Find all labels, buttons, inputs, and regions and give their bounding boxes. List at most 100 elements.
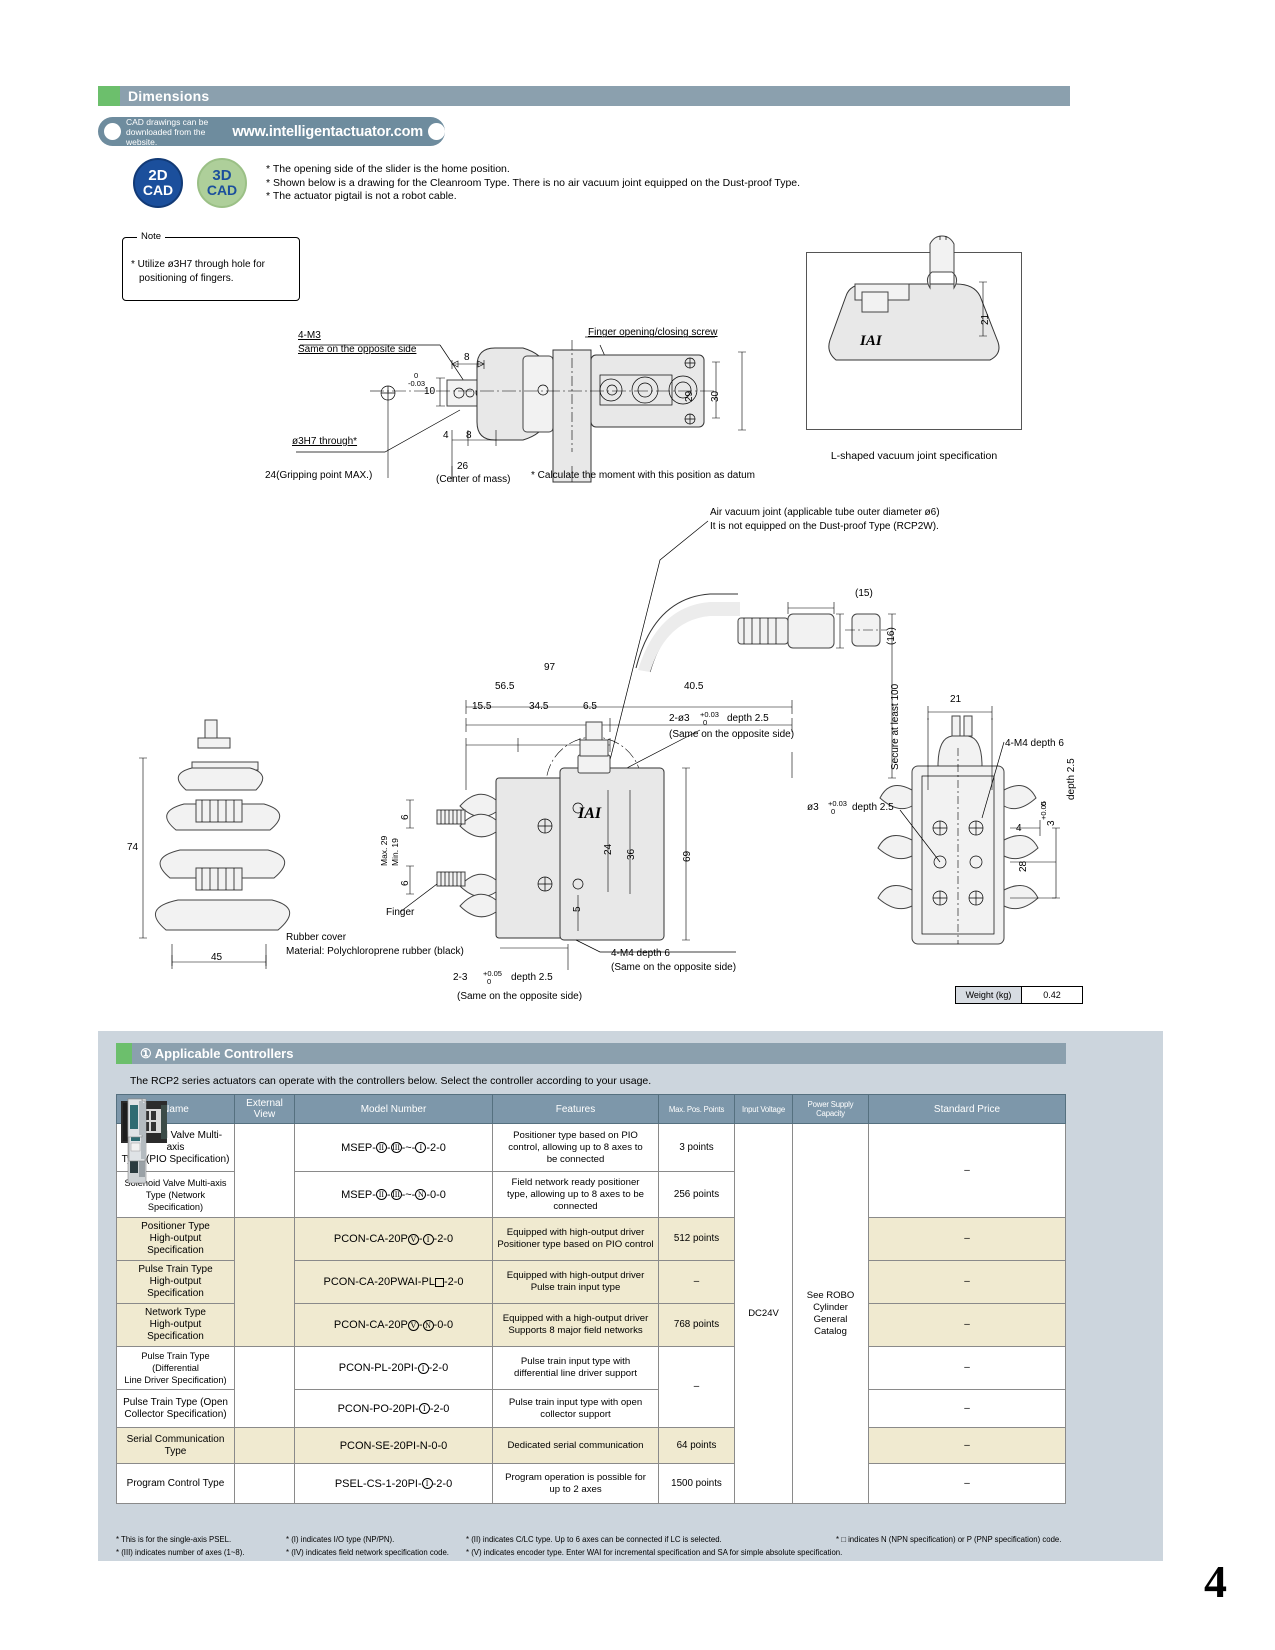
right-dim-3-tol-lower: 0 bbox=[1039, 801, 1048, 806]
cell-model-number: MSEP- II - III -~- N -0-0 bbox=[294, 1171, 493, 1218]
model-circ-I: I bbox=[418, 1403, 430, 1415]
cell-name: Pulse Train Type (Open Collector Specifi… bbox=[116, 1389, 235, 1428]
footnote-1: * This is for the single-axis PSEL. bbox=[116, 1535, 232, 1544]
model-part-4: -2-0 bbox=[433, 1233, 454, 1245]
name-line-1: Pulse Train Type (Open bbox=[123, 1396, 228, 1408]
footnote-3: * (II) indicates C/LC type. Up to 6 axes… bbox=[466, 1535, 722, 1544]
name-line-1: Positioner Type bbox=[141, 1221, 210, 1232]
model-part-6: -2-0 bbox=[426, 1141, 446, 1154]
cell-model-number: PCON-PL-20PI- I -2-0 bbox=[294, 1346, 493, 1390]
name-line-2: Type (Network Specification) bbox=[145, 1189, 206, 1212]
col-features: Features bbox=[492, 1094, 659, 1124]
svg-text:IAI: IAI bbox=[577, 805, 602, 822]
dim-6-5: 6.5 bbox=[583, 701, 597, 712]
feature-line-2: Positioner type based on PIO control bbox=[497, 1239, 654, 1250]
right-label-4m4: 4-M4 depth 6 bbox=[1005, 738, 1064, 749]
name-line-1: Serial Communication bbox=[126, 1433, 225, 1445]
cell-standard-price: – bbox=[868, 1123, 1066, 1218]
model-part-2: -2-0 bbox=[432, 1477, 453, 1490]
footnote-6: * (IV) indicates field network specifica… bbox=[286, 1548, 449, 1557]
cell-features: Dedicated serial communication bbox=[492, 1427, 659, 1464]
cell-features: Positioner type based on PIO control, al… bbox=[492, 1123, 659, 1172]
feature-line-1: Pulse train input type with open bbox=[508, 1396, 643, 1408]
dim-45: 45 bbox=[211, 952, 223, 963]
dim-40-5: 40.5 bbox=[684, 681, 704, 692]
cell-model-number: PCON-SE-20PI-N-0-0 bbox=[294, 1427, 493, 1464]
cell-model-number: PCON-CA-20P V - N -0-0 bbox=[294, 1303, 493, 1347]
model-part-0: PCON-SE-20PI-N-0-0 bbox=[339, 1439, 448, 1452]
cell-model-number: MSEP- II - III -~- I -2-0 bbox=[294, 1123, 493, 1172]
model-circ-II: II bbox=[375, 1189, 387, 1201]
feature-line-1: Program operation is possible for bbox=[505, 1471, 646, 1483]
footnote-2: * (I) indicates I/O type (NP/PN). bbox=[286, 1535, 395, 1544]
dim-5: 5 bbox=[572, 906, 583, 912]
feature-line-1: Positioner type based on PIO bbox=[513, 1129, 638, 1141]
power-line-3: General Catalog bbox=[813, 1313, 848, 1337]
cell-max-pos-points: 64 points bbox=[658, 1427, 735, 1464]
cell-standard-price: – bbox=[868, 1260, 1066, 1304]
datasheet-page: Dimensions CAD drawings can be downloade… bbox=[0, 0, 1275, 1650]
dim-16: (16) bbox=[886, 627, 897, 645]
cell-standard-price: – bbox=[868, 1389, 1066, 1428]
name-line-2: Line Driver Specification) bbox=[124, 1375, 227, 1385]
right-dim-28: 28 bbox=[1018, 860, 1029, 872]
cell-external-view bbox=[120, 1100, 295, 1218]
model-part-6: -0-0 bbox=[426, 1188, 446, 1201]
feature-line-2: differential line driver support bbox=[513, 1368, 637, 1379]
right-label-depth-25: depth 2.5 bbox=[1066, 758, 1077, 800]
label-vacuum-joint-1: Air vacuum joint (applicable tube outer … bbox=[710, 507, 940, 518]
cell-input-voltage: DC24V bbox=[734, 1123, 793, 1504]
controllers-accent-swatch bbox=[116, 1043, 132, 1064]
dim-24: 24 bbox=[603, 843, 614, 855]
footnote-row-1: * This is for the single-axis PSEL. * (I… bbox=[116, 1533, 1066, 1546]
dim-69: 69 bbox=[682, 850, 693, 862]
model-part-4: -~- bbox=[401, 1141, 416, 1154]
cell-model-number: PCON-CA-20P V - I -2-0 bbox=[294, 1217, 493, 1261]
right-dim-21: 21 bbox=[950, 694, 962, 705]
model-part-2: -2-0 bbox=[429, 1402, 450, 1415]
cell-max-pos-points: 768 points bbox=[658, 1303, 735, 1347]
label-finger: Finger bbox=[386, 907, 415, 918]
feature-line-2: collector support bbox=[540, 1408, 611, 1420]
model-circ-N: N bbox=[415, 1189, 427, 1201]
feature-line-2: control, allowing up to 8 axes to bbox=[508, 1141, 643, 1153]
cell-model-number: PCON-CA-20PWAI-PL -2-0 bbox=[294, 1260, 493, 1304]
cell-external-view bbox=[127, 1098, 295, 1464]
feature-line-1: Equipped with a high-output driver bbox=[502, 1313, 649, 1324]
label-rubber-cover: Rubber cover bbox=[286, 932, 347, 943]
col-power-supply-capacity: Power Supply Capacity bbox=[792, 1094, 869, 1124]
col-external-view: External View bbox=[234, 1094, 295, 1124]
name-line-2: High-output Specification bbox=[147, 1319, 204, 1342]
feature-line-1: Pulse train input type with bbox=[520, 1356, 631, 1367]
right-label-o3: ø3 bbox=[807, 802, 819, 813]
feature-line-2: Supports 8 major field networks bbox=[508, 1325, 643, 1336]
model-part-4: -0-0 bbox=[433, 1319, 454, 1331]
model-part-0: PCON-PO-20PI- bbox=[337, 1402, 419, 1415]
label-2-o3: 2-ø3 bbox=[669, 713, 690, 724]
col-model-number: Model Number bbox=[294, 1094, 493, 1124]
model-part-4: -~- bbox=[401, 1188, 416, 1201]
name-line-1: Network Type bbox=[145, 1307, 206, 1318]
psel-controller-thumbnail bbox=[127, 1098, 143, 1137]
cell-external-view bbox=[128, 1100, 295, 1428]
label-2-3-tol-lower: 0 bbox=[487, 977, 492, 986]
cell-standard-price: – bbox=[868, 1217, 1066, 1261]
right-label-o3-depth: depth 2.5 bbox=[852, 802, 894, 813]
cell-standard-price: – bbox=[868, 1346, 1066, 1390]
model-circ-III: III bbox=[390, 1189, 402, 1201]
model-circ-V: V bbox=[407, 1319, 419, 1331]
controllers-subtitle: The RCP2 series actuators can operate wi… bbox=[130, 1075, 652, 1087]
col-standard-price: Standard Price bbox=[868, 1094, 1066, 1124]
controllers-heading-bar: ① Applicable Controllers bbox=[116, 1043, 1066, 1064]
cell-external-view bbox=[127, 1098, 295, 1504]
dim-34-5: 34.5 bbox=[529, 701, 549, 712]
model-part-0: PSEL-CS-1-20PI- bbox=[334, 1477, 422, 1490]
model-circ-I: I bbox=[422, 1233, 434, 1245]
cell-max-pos-points: 256 points bbox=[658, 1171, 735, 1218]
label-secure-100: Secure at least 100 bbox=[890, 683, 901, 770]
dim-15-5: 15.5 bbox=[472, 701, 492, 712]
model-part-0: MSEP- bbox=[341, 1188, 376, 1201]
cell-features: Equipped with a high-output driver Suppo… bbox=[492, 1303, 659, 1347]
cell-name: Pulse Train Type High-output Specificati… bbox=[116, 1260, 235, 1304]
feature-line-1: Equipped with high-output driver bbox=[506, 1270, 645, 1281]
